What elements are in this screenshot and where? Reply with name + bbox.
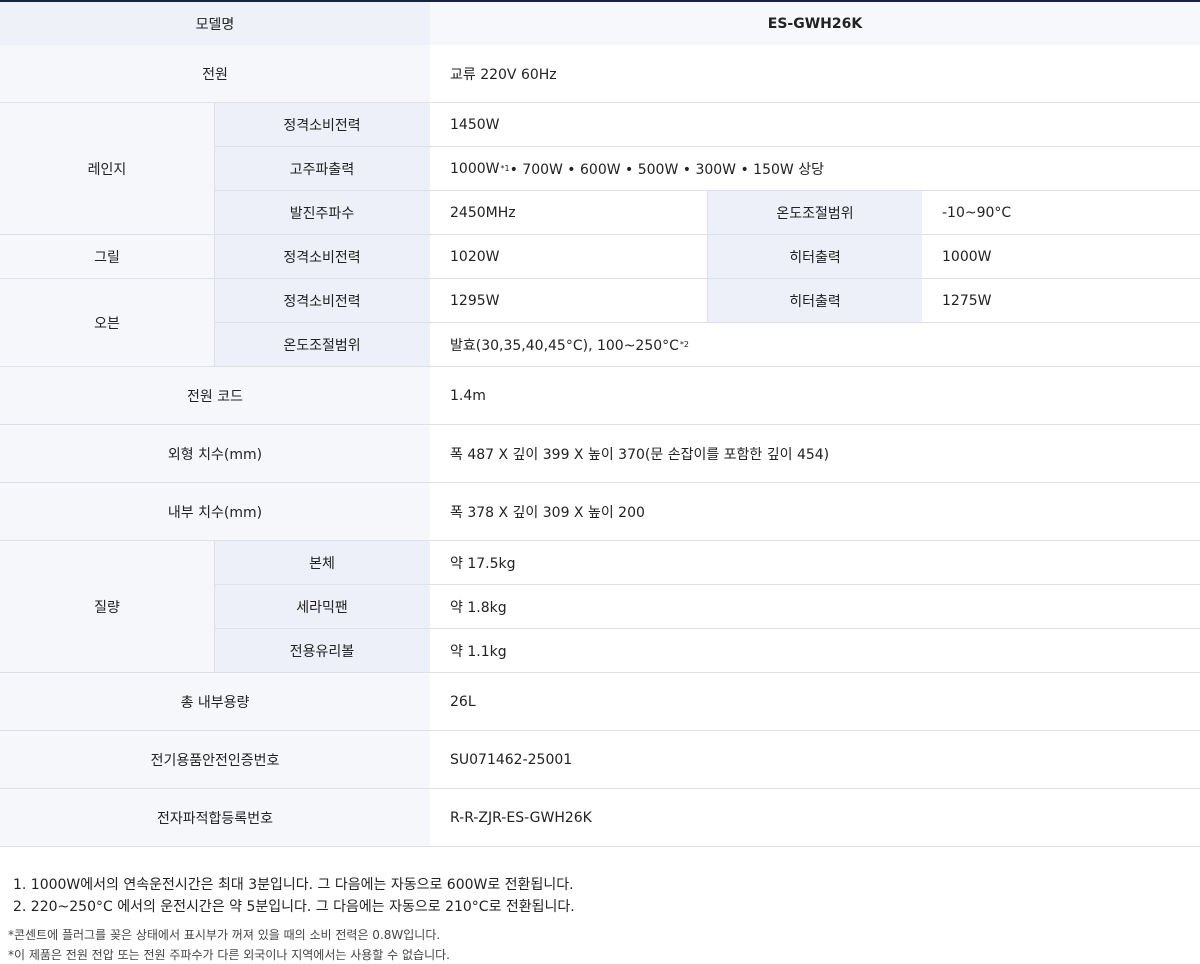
power-value: 교류 220V 60Hz	[430, 45, 1200, 103]
note-standby-power: *콘센트에 플러그를 꽂은 상태에서 표시부가 꺼져 있을 때의 소비 전력은 …	[8, 928, 441, 942]
safety-cert-value: SU071462-25001	[430, 731, 1200, 789]
hf-output-rest: • 700W • 600W • 500W • 300W • 150W 상당	[509, 162, 824, 178]
cord-value: 1.4m	[430, 367, 1200, 425]
note-region-warning: *이 제품은 전원 전압 또는 전원 주파수가 다른 외국이나 지역에서는 사용…	[8, 948, 450, 962]
spec-table: 모델명 ES-GWH26K 전원 교류 220V 60Hz 레인지 정격소비전력…	[0, 0, 1200, 848]
grill-heater-value: 1000W	[922, 235, 1200, 279]
safety-cert-label: 전기용품안전인증번호	[0, 731, 430, 789]
range-label: 레인지	[0, 103, 214, 235]
range-freq-label: 발진주파수	[214, 191, 430, 235]
emc-reg-value: R-R-ZJR-ES-GWH26K	[430, 789, 1200, 847]
outer-dim-label: 외형 치수(mm)	[0, 425, 430, 483]
weight-glass-value: 약 1.1kg	[430, 629, 1200, 673]
inner-dim-value: 폭 378 X 깊이 309 X 높이 200	[430, 483, 1200, 541]
capacity-label: 총 내부용량	[0, 673, 430, 731]
row-divider	[0, 102, 1200, 103]
range-rated-power-value: 1450W	[430, 103, 1200, 147]
weight-glass-label: 전용유리볼	[214, 629, 430, 673]
range-temp-value: -10~90°C	[922, 191, 1200, 235]
weight-label: 질량	[0, 541, 214, 673]
col-divider	[707, 191, 708, 323]
range-freq-value: 2450MHz	[430, 191, 708, 235]
row-divider	[0, 424, 1200, 425]
oven-rated-power-label: 정격소비전력	[214, 279, 430, 323]
oven-temp-value: 발효(30,35,40,45°C), 100~250°C *2	[430, 323, 1200, 367]
grill-label: 그릴	[0, 235, 214, 279]
col-divider	[214, 103, 215, 235]
range-hf-output-label: 고주파출력	[214, 147, 430, 191]
weight-ceramic-value: 약 1.8kg	[430, 585, 1200, 629]
oven-heater-value: 1275W	[922, 279, 1200, 323]
oven-label: 오븐	[0, 279, 214, 367]
capacity-value: 26L	[430, 673, 1200, 731]
row-divider	[0, 234, 1200, 235]
footnote-1: 1. 1000W에서의 연속운전시간은 최대 3분입니다. 그 다음에는 자동으…	[13, 877, 574, 893]
footnote-2: 2. 220~250°C 에서의 운전시간은 약 5분입니다. 그 다음에는 자…	[13, 899, 575, 915]
range-rated-power-label: 정격소비전력	[214, 103, 430, 147]
oven-heater-label: 히터출력	[708, 279, 922, 323]
row-divider	[214, 146, 1200, 147]
weight-body-label: 본체	[214, 541, 430, 585]
power-label: 전원	[0, 45, 430, 103]
oven-rated-power-value: 1295W	[430, 279, 708, 323]
inner-dim-label: 내부 치수(mm)	[0, 483, 430, 541]
row-divider	[0, 366, 1200, 367]
row-divider	[0, 730, 1200, 731]
oven-temp-text: 발효(30,35,40,45°C), 100~250°C	[450, 338, 679, 354]
row-divider	[0, 788, 1200, 789]
row-divider	[0, 672, 1200, 673]
grill-heater-label: 히터출력	[708, 235, 922, 279]
row-divider	[0, 846, 1200, 847]
row-divider	[0, 482, 1200, 483]
oven-temp-label: 온도조절범위	[214, 323, 430, 367]
row-divider	[214, 628, 1200, 629]
model-name: ES-GWH26K	[430, 2, 1200, 45]
grill-rated-power-value: 1020W	[430, 235, 708, 279]
cord-label: 전원 코드	[0, 367, 430, 425]
range-hf-output-value: 1000W *1 • 700W • 600W • 500W • 300W • 150…	[430, 147, 1200, 191]
row-divider	[0, 278, 1200, 279]
model-label: 모델명	[0, 2, 430, 45]
weight-body-value: 약 17.5kg	[430, 541, 1200, 585]
row-divider	[214, 584, 1200, 585]
outer-dim-value: 폭 487 X 깊이 399 X 높이 370(문 손잡이를 포함한 깊이 45…	[430, 425, 1200, 483]
weight-ceramic-label: 세라믹팬	[214, 585, 430, 629]
col-divider	[214, 541, 215, 673]
emc-reg-label: 전자파적합등록번호	[0, 789, 430, 847]
row-divider	[0, 540, 1200, 541]
grill-rated-power-label: 정격소비전력	[214, 235, 430, 279]
hf-output-first: 1000W	[450, 161, 500, 177]
range-temp-label: 온도조절범위	[708, 191, 922, 235]
col-divider	[214, 235, 215, 367]
